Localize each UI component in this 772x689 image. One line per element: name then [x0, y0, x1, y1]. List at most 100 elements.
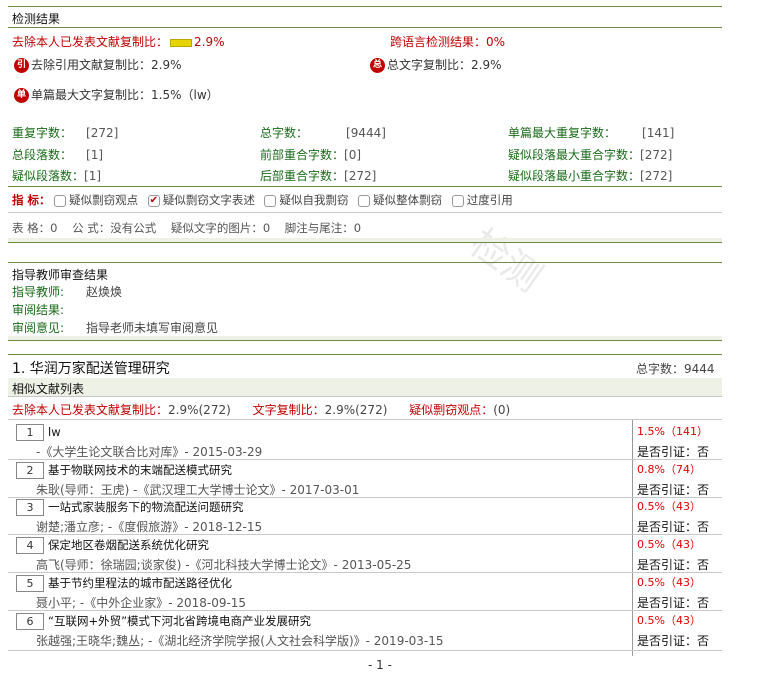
- single-max-ratio: 单单篇最大文字复制比：1.5%（lw）: [14, 86, 219, 103]
- stat-back-overlap: 后部重合字数：[272]: [260, 167, 376, 184]
- ref-number: 6: [16, 613, 44, 630]
- ref-item[interactable]: 2 基于物联网技术的末端配送模式研究: [16, 462, 232, 479]
- stat-label: 单篇最大重复字数：: [508, 126, 617, 140]
- rule: [8, 212, 722, 213]
- ref-title[interactable]: lw: [48, 425, 61, 439]
- ref-cite-status: 是否引证：否: [637, 558, 710, 572]
- stat-value: [272]: [344, 169, 377, 183]
- indicator-item: 疑似自我剽窃: [264, 193, 348, 207]
- summary-view-label: 疑似剽窃观点：: [409, 403, 494, 417]
- stat-value: [272]: [640, 169, 673, 183]
- section-footer-band: [8, 336, 722, 341]
- indicator-item: 疑似剽窃观点: [54, 193, 138, 207]
- ref-meta: 朱耿(导师：王虎) -《武汉理工大学博士论文》- 2017-03-01: [36, 483, 360, 497]
- stat-value: [9444]: [346, 126, 386, 140]
- teacher-row: 指导教师: 赵焕焕: [12, 283, 122, 300]
- stat-label: 前部重合字数：: [260, 148, 345, 162]
- ref-item[interactable]: 4 保定地区卷烟配送系统优化研究: [16, 537, 209, 554]
- opinion-row: 审阅意见: 指导老师未填写审阅意见: [12, 319, 218, 336]
- stat-label: 总段落数：: [12, 148, 73, 162]
- indicator-label: 疑似整体剽窃: [373, 193, 443, 207]
- self-exclusion-ratio: 去除本人已发表文献复制比： 2.9%: [12, 33, 225, 50]
- self-exclusion-label: 去除本人已发表文献复制比：: [12, 35, 169, 49]
- paper-title: 1. 华润万家配送管理研究: [12, 361, 170, 377]
- cross-language-result: 跨语言检测结果：0%: [390, 33, 505, 50]
- cite-exclusion-ratio: 引去除引用文献复制比：2.9%: [14, 56, 182, 73]
- ref-stat: 0.5%（43）: [637, 576, 701, 589]
- ref-title[interactable]: “互联网+外贸”模式下河北省跨境电商产业发展研究: [48, 614, 311, 628]
- ref-number: 1: [16, 424, 44, 441]
- indicator-checkbox[interactable]: [264, 194, 277, 207]
- indicator-label: 疑似自我剽窃: [279, 193, 349, 207]
- cite-exclusion-value: 2.9%: [151, 58, 182, 72]
- stat-front-overlap: 前部重合字数：[0]: [260, 146, 361, 163]
- stat-total-words: 总字数： [9444]: [260, 124, 386, 141]
- indicator-checkbox[interactable]: [451, 194, 464, 207]
- ref-item[interactable]: 1 lw: [16, 424, 61, 441]
- ref-title[interactable]: 基于物联网技术的末端配送模式研究: [48, 463, 232, 477]
- stat-label: 疑似段落最小重合字数：: [508, 169, 641, 183]
- ref-stat: 0.5%（43）: [637, 614, 701, 627]
- misc-stats-line: 表 格：0 公 式：没有公式 疑似文字的图片：0 脚注与尾注：0: [12, 221, 362, 235]
- summary-text-value: 2.9%(272): [324, 403, 388, 417]
- ref-stat: 1.5%（141）: [637, 425, 708, 438]
- ref-item[interactable]: 6 “互联网+外贸”模式下河北省跨境电商产业发展研究: [16, 613, 311, 630]
- rule: [8, 262, 722, 263]
- ref-title[interactable]: 保定地区卷烟配送系统优化研究: [48, 538, 209, 552]
- rule: [8, 354, 722, 355]
- detection-section-title: 检测结果: [12, 12, 61, 26]
- single-max-label: 单篇最大文字复制比：: [31, 88, 152, 102]
- opinion-label: 审阅意见:: [12, 321, 65, 335]
- rule: [8, 572, 722, 573]
- indicator-checkbox-checked[interactable]: ✔: [147, 194, 160, 207]
- ref-cite-status: 是否引证：否: [637, 634, 710, 648]
- ref-item[interactable]: 3 一站式家装服务下的物流配送问题研究: [16, 499, 244, 516]
- rule: [8, 27, 722, 28]
- summary-view-value: (0): [493, 403, 511, 417]
- summary-text-label: 文字复制比：: [252, 403, 325, 417]
- ratio-bar: [170, 38, 193, 47]
- rule: [8, 186, 722, 187]
- review-result-label: 审阅结果:: [12, 303, 65, 317]
- stat-suspect-paragraphs: 疑似段落数：[1]: [12, 167, 101, 184]
- ref-meta: 高飞(导师：徐瑞园;谈家俊) -《河北科技大学博士论文》- 2013-05-25: [36, 558, 412, 572]
- ref-item[interactable]: 5 基于节约里程法的城市配送路径优化: [16, 575, 232, 592]
- rule: [8, 650, 722, 651]
- indicator-label: 疑似剽窃观点: [69, 193, 139, 207]
- stat-label: 疑似段落数：: [12, 169, 85, 183]
- ref-meta: 张越强;王晓华;魏丛; -《湖北经济学院学报(人文社会科学版)》- 2019-0…: [36, 634, 444, 648]
- rule: [8, 459, 722, 460]
- indicator-checkbox[interactable]: [358, 194, 371, 207]
- stat-value: [141]: [642, 126, 675, 140]
- ref-number: 3: [16, 499, 44, 516]
- single-max-value: 1.5%（lw）: [151, 88, 219, 102]
- opinion-value: 指导老师未填写审阅意见: [86, 321, 219, 335]
- ref-number: 4: [16, 537, 44, 554]
- rule: [8, 610, 722, 611]
- stat-value: [1]: [84, 169, 102, 183]
- stat-value: [0]: [344, 148, 362, 162]
- ref-cite-status: 是否引证：否: [637, 483, 710, 497]
- stat-single-max-repeat: 单篇最大重复字数： [141]: [508, 124, 674, 141]
- total-copy-label: 总文字复制比：: [387, 58, 472, 72]
- indicators-row: 指 标： 疑似剽窃观点 ✔ 疑似剽窃文字表述 疑似自我剽窃 疑似整体剽窃 过度引用: [12, 192, 513, 208]
- indicators-label: 指 标：: [12, 193, 51, 207]
- cross-language-value: 0%: [486, 35, 506, 49]
- rule: [8, 396, 722, 397]
- stat-repeat-words: 重复字数： [272]: [12, 124, 118, 141]
- self-exclusion-value: 2.9%: [194, 35, 225, 49]
- ref-title[interactable]: 基于节约里程法的城市配送路径优化: [48, 576, 232, 590]
- summary-row: 去除本人已发表文献复制比：2.9%(272) 文字复制比：2.9%(272) 疑…: [12, 401, 510, 418]
- page-number: - 1 -: [368, 658, 392, 672]
- indicator-label: 疑似剽窃文字表述: [162, 193, 255, 207]
- stat-total-paragraphs: 总段落数： [1]: [12, 146, 103, 163]
- watermark: 检测: [462, 220, 550, 301]
- ref-title[interactable]: 一站式家装服务下的物流配送问题研究: [48, 500, 244, 514]
- stat-label: 重复字数：: [12, 126, 73, 140]
- column-divider: [632, 420, 633, 656]
- ref-cite-status: 是否引证：否: [637, 520, 710, 534]
- indicator-item: 疑似整体剽窃: [358, 193, 442, 207]
- indicator-checkbox[interactable]: [54, 194, 67, 207]
- ref-stat: 0.5%（43）: [637, 500, 701, 513]
- stat-label: 后部重合字数：: [260, 169, 345, 183]
